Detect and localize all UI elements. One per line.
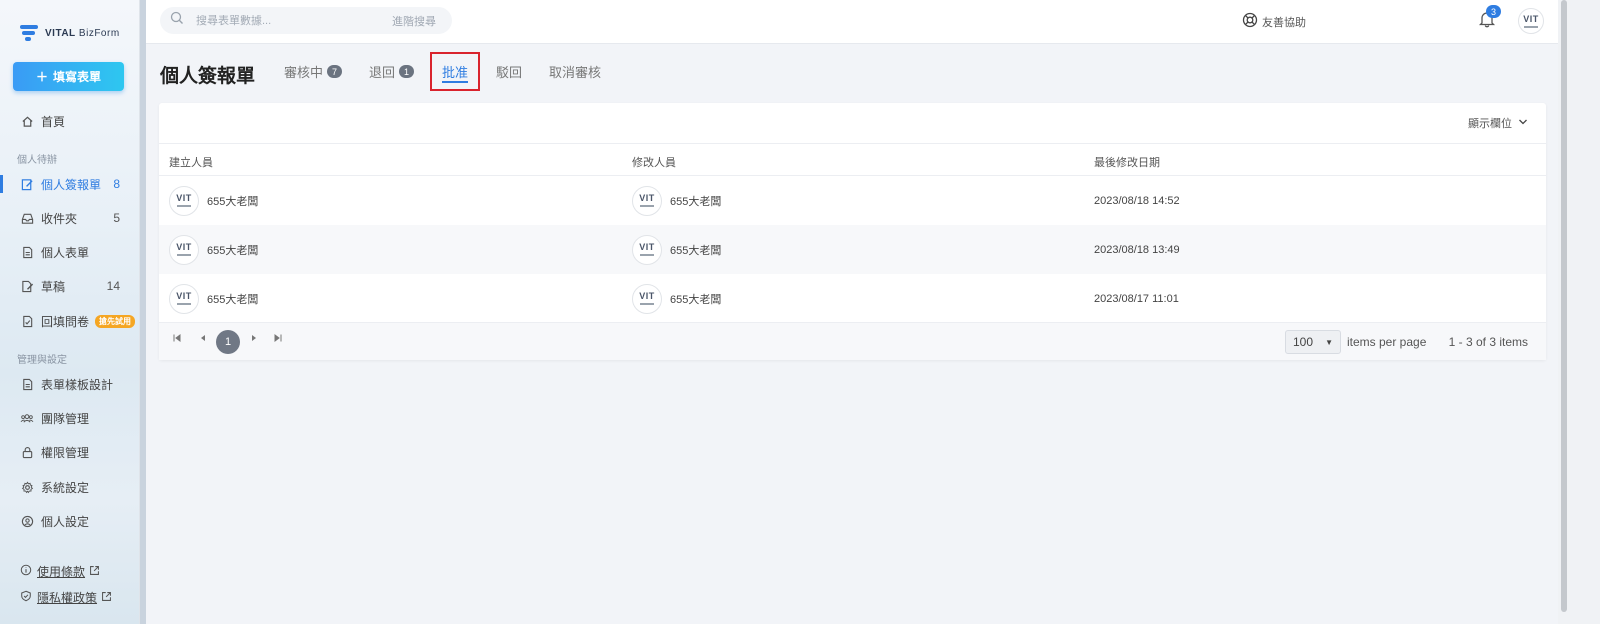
info-icon: [20, 564, 32, 579]
section-label-personal: 個人待辦: [17, 155, 57, 166]
sidebar-item-template-design[interactable]: 表單樣板設計: [0, 370, 140, 398]
chevron-down-icon: [1518, 117, 1528, 130]
search-input[interactable]: [196, 14, 376, 27]
modifier-cell: VIT 655大老闆: [632, 274, 721, 323]
advanced-search-link[interactable]: 進階搜尋: [392, 13, 436, 29]
page-number-current[interactable]: 1: [216, 330, 240, 354]
sidebar-item-personal-signoff[interactable]: 個人簽報單 8: [0, 170, 140, 198]
column-header-date[interactable]: 最後修改日期: [1094, 154, 1160, 170]
items-per-page-label: items per page: [1347, 335, 1427, 349]
sidebar-item-personal-forms[interactable]: 個人表單: [0, 238, 140, 266]
external-link-icon: [89, 565, 100, 579]
section-label-admin: 管理與設定: [17, 355, 67, 366]
page-size-select[interactable]: 100 ▼: [1285, 330, 1341, 354]
avatar: VIT: [632, 185, 662, 216]
table-row[interactable]: VIT 655大老闆 VIT 655大老闆 2023/08/18 13:49: [159, 225, 1546, 274]
user-circle-icon: [20, 514, 34, 528]
count: 8: [113, 177, 120, 191]
sidebar-item-team[interactable]: 團隊管理: [0, 404, 140, 432]
fill-form-button[interactable]: ＋ 填寫表單: [13, 62, 124, 91]
column-header-creator[interactable]: 建立人員: [169, 154, 213, 170]
privacy-link[interactable]: 隱私權政策: [20, 589, 112, 606]
tab-badge: 7: [327, 65, 343, 78]
sidebar-divider: [140, 0, 146, 624]
search-icon: [170, 11, 184, 30]
table-row[interactable]: VIT 655大老闆 VIT 655大老闆 2023/08/18 14:52: [159, 176, 1546, 225]
scrollbar-thumb[interactable]: [1561, 0, 1567, 612]
inbox-icon: [20, 211, 34, 225]
gear-icon: [20, 480, 34, 494]
pagination-info: 1 - 3 of 3 items: [1448, 335, 1528, 349]
modifier-cell: VIT 655大老闆: [632, 176, 721, 225]
table-header: 建立人員 修改人員 最後修改日期: [159, 143, 1546, 176]
lock-icon: [20, 445, 34, 459]
notification-count-badge: 3: [1486, 5, 1501, 18]
document-icon: [20, 245, 34, 259]
sidebar-item-home[interactable]: 首頁: [0, 107, 140, 135]
count: 5: [113, 211, 120, 225]
tab-rejected[interactable]: 駁回: [496, 62, 522, 81]
logo-icon: [20, 24, 40, 42]
sidebar-item-survey[interactable]: 回填問卷 搶先試用: [0, 307, 140, 335]
terms-link[interactable]: 使用條款: [20, 563, 100, 580]
creator-cell: VIT 655大老闆: [169, 274, 258, 323]
external-link-icon: [101, 591, 112, 605]
caret-down-icon: ▼: [1325, 337, 1333, 347]
date-cell: 2023/08/17 11:01: [1094, 292, 1179, 305]
records-table-card: 顯示欄位 建立人員 修改人員 最後修改日期 VIT 655大老闆 VIT 655…: [159, 103, 1546, 360]
document-icon: [20, 377, 34, 391]
count: 14: [106, 279, 120, 293]
avatar: VIT: [632, 283, 662, 314]
plus-icon: ＋: [35, 70, 48, 84]
tab-returned[interactable]: 退回 1: [369, 62, 415, 81]
lifebuoy-icon: [1242, 12, 1258, 31]
home-icon: [20, 114, 34, 128]
table-row[interactable]: VIT 655大老闆 VIT 655大老闆 2023/08/17 11:01: [159, 274, 1546, 323]
avatar: VIT: [632, 234, 662, 265]
edit-document-icon: [20, 177, 34, 191]
logo-text: VITAL BizForm: [45, 27, 120, 39]
tab-in-review[interactable]: 審核中 7: [284, 62, 343, 81]
avatar: VIT: [169, 283, 199, 314]
draft-icon: [20, 279, 34, 293]
shield-check-icon: [20, 590, 32, 605]
column-toggle-button[interactable]: 顯示欄位: [1468, 115, 1528, 131]
tab-badge: 1: [399, 65, 415, 78]
tab-cancelled[interactable]: 取消審核: [549, 62, 601, 81]
pagination: 1 100 ▼ items per page 1 - 3 of 3 items: [159, 322, 1546, 360]
sidebar-item-personal-settings[interactable]: 個人設定: [0, 507, 140, 535]
column-header-modifier[interactable]: 修改人員: [632, 154, 676, 170]
last-page-icon[interactable]: [274, 334, 282, 345]
sidebar-item-permissions[interactable]: 權限管理: [0, 438, 140, 466]
search-bar: 進階搜尋: [160, 7, 452, 34]
top-bar: 進階搜尋: [146, 0, 1558, 44]
help-button[interactable]: 友善協助: [1242, 12, 1306, 31]
sidebar-item-inbox[interactable]: 收件夾 5: [0, 204, 140, 232]
avatar: VIT: [169, 185, 199, 216]
page-title: 個人簽報單: [160, 66, 256, 87]
avatar: VIT: [169, 234, 199, 265]
sidebar-item-drafts[interactable]: 草稿 14: [0, 272, 140, 300]
modifier-cell: VIT 655大老闆: [632, 225, 721, 274]
previous-page-icon[interactable]: [199, 334, 207, 345]
highlight-box: [430, 52, 480, 91]
creator-cell: VIT 655大老闆: [169, 176, 258, 225]
logo[interactable]: VITAL BizForm: [20, 24, 120, 42]
survey-icon: [20, 314, 34, 328]
user-avatar[interactable]: VIT: [1518, 8, 1544, 34]
date-cell: 2023/08/18 14:52: [1094, 194, 1180, 207]
first-page-icon[interactable]: [173, 334, 181, 345]
date-cell: 2023/08/18 13:49: [1094, 243, 1180, 256]
creator-cell: VIT 655大老闆: [169, 225, 258, 274]
next-page-icon[interactable]: [250, 334, 258, 345]
trial-badge: 搶先試用: [95, 314, 136, 328]
sidebar-item-system-settings[interactable]: 系統設定: [0, 473, 140, 501]
sidebar: VITAL BizForm ＋ 填寫表單 首頁 個人待辦 個人簽報單 8 收件夾…: [0, 0, 140, 624]
team-icon: [20, 411, 34, 425]
